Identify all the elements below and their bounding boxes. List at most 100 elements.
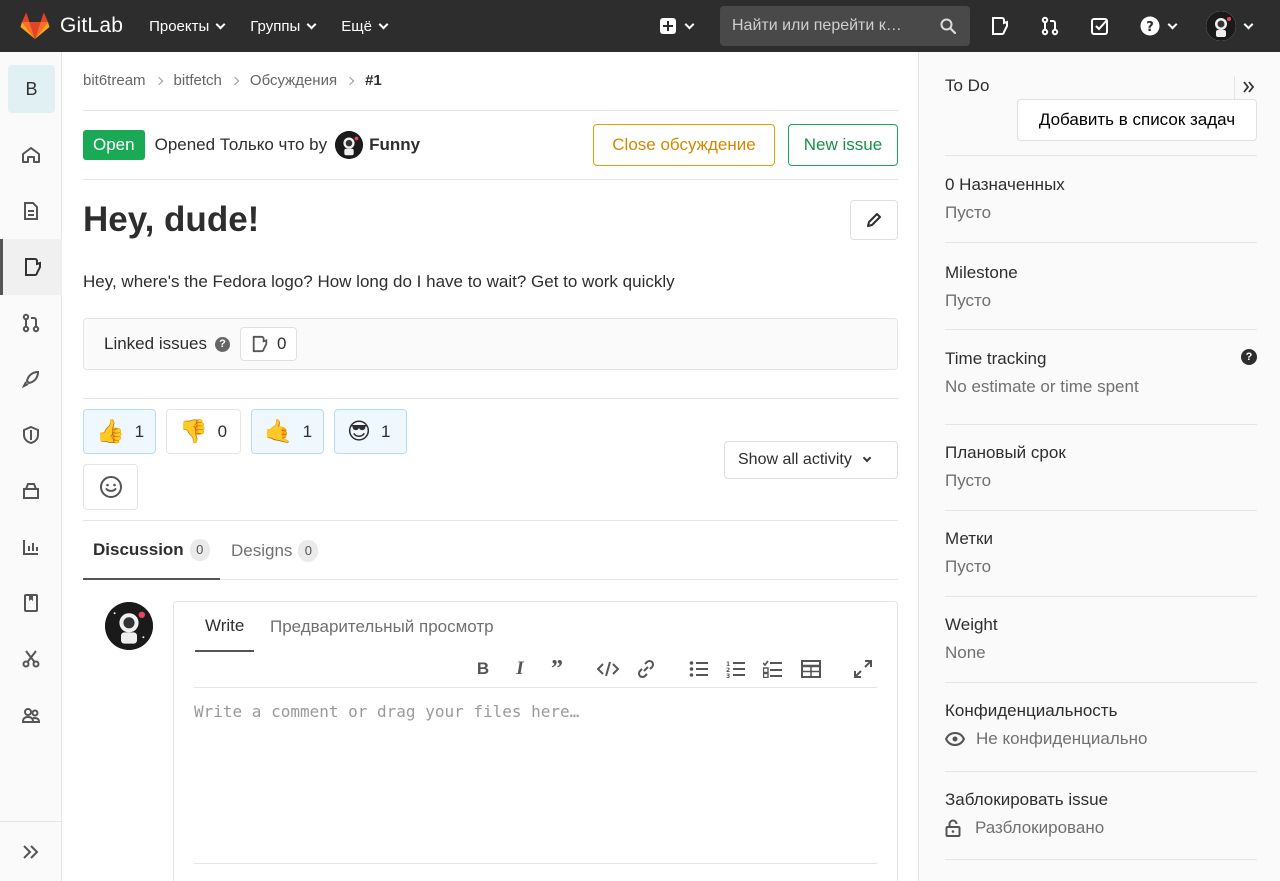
time-tracking-section: Time tracking ? No estimate or time spen… <box>945 349 1257 425</box>
comment-editor: Write Предварительный просмотр B I ” 123 <box>173 601 898 881</box>
new-dropdown[interactable] <box>660 0 695 52</box>
chevron-down-icon <box>1243 19 1254 29</box>
tab-count-badge: 0 <box>298 539 319 562</box>
comment-textarea[interactable] <box>194 702 877 862</box>
reaction-call-me[interactable]: 🤙 1 <box>251 409 324 454</box>
fullscreen-icon[interactable] <box>852 658 874 680</box>
sidebar-item-analytics[interactable] <box>0 519 62 575</box>
confidentiality-section[interactable]: Конфиденциальность Не конфиденциально <box>945 701 1257 772</box>
linked-count-value: 0 <box>277 334 287 353</box>
quote-icon[interactable]: ” <box>546 656 568 682</box>
chevron-down-icon <box>684 19 695 29</box>
issues-shortcut[interactable] <box>990 16 1010 36</box>
milestone-section[interactable]: Milestone Пусто <box>945 263 1257 330</box>
add-reaction-button[interactable] <box>83 464 138 510</box>
edit-title-button[interactable] <box>850 200 898 240</box>
labels-section[interactable]: Метки Пусто <box>945 529 1257 597</box>
chevron-down-icon <box>378 19 389 29</box>
help-dropdown[interactable]: ? <box>1140 16 1178 36</box>
sidebar-item-ci-cd[interactable] <box>0 351 62 407</box>
sidebar-item-security[interactable] <box>0 407 62 463</box>
help-icon[interactable]: ? <box>215 336 231 352</box>
assignees-section[interactable]: 0 Назначенных Пусто <box>945 175 1257 243</box>
reaction-count: 0 <box>217 421 228 441</box>
reaction-count: 1 <box>134 421 145 441</box>
time-tracking-value: No estimate or time spent <box>945 377 1139 396</box>
sidebar-collapse-button[interactable] <box>0 821 62 881</box>
italic-icon[interactable]: I <box>509 658 531 680</box>
divider <box>194 863 877 864</box>
todos-shortcut[interactable] <box>1090 16 1110 36</box>
table-icon[interactable] <box>800 658 822 680</box>
sidebar-item-repository[interactable] <box>0 183 62 239</box>
milestone-value: Пусто <box>945 291 992 310</box>
bullet-list-icon[interactable] <box>688 658 710 680</box>
sidebar-item-packages[interactable] <box>0 463 62 519</box>
nav-projects[interactable]: Проекты <box>149 17 226 35</box>
sidebar-item-snippets[interactable] <box>0 631 62 687</box>
search-box[interactable] <box>720 6 970 46</box>
breadcrumb-current[interactable]: #1 <box>365 72 382 89</box>
svg-text:3: 3 <box>726 673 730 678</box>
confidentiality-value: Не конфиденциально <box>976 729 1148 748</box>
bold-icon[interactable]: B <box>472 658 494 680</box>
tab-designs[interactable]: Designs 0 <box>231 521 319 580</box>
link-icon[interactable] <box>635 658 657 680</box>
gitlab-logo[interactable]: GitLab <box>20 12 123 40</box>
plus-square-icon <box>660 18 676 34</box>
new-issue-button[interactable]: New issue <box>788 124 898 166</box>
sidebar-item-project-overview[interactable] <box>0 127 62 183</box>
sidebar-item-issues[interactable] <box>0 239 62 295</box>
time-tracking-title: Time tracking <box>945 349 1047 368</box>
avatar <box>105 602 153 650</box>
reaction-thumbsup[interactable]: 👍 1 <box>83 409 156 454</box>
tab-write[interactable]: Write <box>195 602 255 652</box>
search-icon <box>940 18 956 34</box>
linked-issues-count[interactable]: 0 <box>240 327 298 361</box>
nav-projects-label: Проекты <box>149 17 210 35</box>
sidebar-item-merge-requests[interactable] <box>0 295 62 351</box>
project-avatar[interactable]: B <box>8 65 55 113</box>
search-input[interactable] <box>732 17 932 35</box>
user-menu[interactable] <box>1206 11 1254 41</box>
reaction-thumbsdown[interactable]: 👎 0 <box>166 409 241 454</box>
sidebar-item-members[interactable] <box>0 687 62 743</box>
weight-section[interactable]: Weight None <box>945 615 1257 683</box>
tab-discussion[interactable]: Discussion 0 <box>83 521 220 580</box>
author-name[interactable]: Funny <box>369 135 420 155</box>
avatar[interactable] <box>335 131 364 159</box>
collapse-sidebar-button[interactable] <box>1234 76 1255 100</box>
nav-groups[interactable]: Группы <box>250 18 317 35</box>
chevron-down-icon <box>306 19 317 29</box>
reaction-sunglasses[interactable]: 😎 1 <box>334 409 407 454</box>
svg-text:?: ? <box>1146 20 1154 35</box>
linked-issues-panel: Linked issues ? 0 <box>83 318 898 370</box>
breadcrumb-group[interactable]: bit6tream <box>83 72 146 89</box>
tab-count-badge: 0 <box>189 538 210 561</box>
todo-title: To Do <box>945 76 990 95</box>
lock-issue-section[interactable]: Заблокировать issue Разблокировано <box>945 790 1257 860</box>
activity-filter-dropdown[interactable]: Show all activity <box>724 441 898 479</box>
task-list-icon[interactable] <box>762 658 784 680</box>
breadcrumb-project[interactable]: bitfetch <box>174 72 222 89</box>
due-date-title: Плановый срок <box>945 443 1066 462</box>
help-icon[interactable]: ? <box>1241 349 1257 365</box>
reaction-count: 1 <box>380 421 391 441</box>
package-icon <box>23 483 39 499</box>
breadcrumb-issues[interactable]: Обсуждения <box>250 72 337 89</box>
merge-requests-shortcut[interactable] <box>1040 16 1060 36</box>
code-icon[interactable] <box>597 658 619 680</box>
merge-request-icon <box>1041 16 1059 36</box>
book-icon <box>24 594 38 612</box>
due-date-section[interactable]: Плановый срок Пусто <box>945 443 1257 511</box>
sunglasses-icon: 😎 <box>347 418 371 444</box>
double-chevron-right-icon <box>1243 81 1255 93</box>
sidebar-item-wiki[interactable] <box>0 575 62 631</box>
nav-more[interactable]: Ещё <box>341 18 389 35</box>
numbered-list-icon[interactable]: 123 <box>725 658 747 680</box>
close-issue-button[interactable]: Close обсуждение <box>593 124 775 166</box>
add-todo-button[interactable]: Добавить в список задач <box>1017 99 1257 141</box>
lock-issue-value: Разблокировано <box>975 818 1105 837</box>
tab-preview[interactable]: Предварительный просмотр <box>270 602 494 652</box>
lock-issue-row: Разблокировано <box>945 818 1257 838</box>
